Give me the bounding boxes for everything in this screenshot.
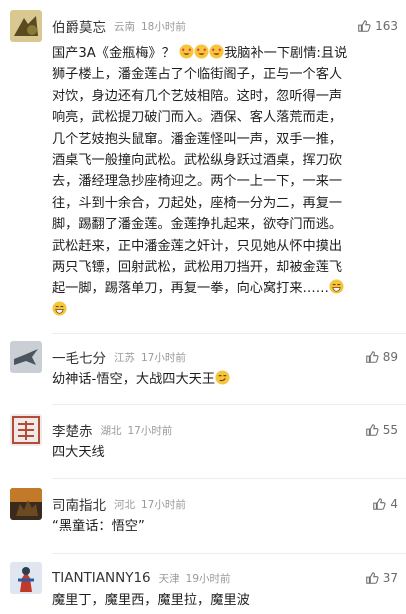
avatar[interactable] — [10, 414, 42, 446]
thumbs-up-icon — [365, 424, 379, 436]
comment-feed: 伯爵莫忘 云南 18小时前 163 国产3A《金瓶梅》？ 我脑补一下剧情:且说 … — [0, 0, 406, 614]
like-button[interactable]: 37 — [365, 571, 398, 585]
like-count: 55 — [382, 423, 398, 437]
comment-item: 司南指北 河北 17小时前 4 “黑童话：悟空” — [0, 488, 406, 548]
like-count: 163 — [375, 19, 398, 33]
like-button[interactable]: 89 — [365, 350, 398, 364]
heart-eyes-emoji — [179, 44, 194, 59]
like-button[interactable]: 4 — [372, 497, 398, 511]
comment-item: 李楚赤 湖北 17小时前 55 四大天线 — [0, 414, 406, 474]
comment-text: “黑童话：悟空” — [52, 519, 145, 534]
comment-text: 魔里丁，魔里西，魔里拉，魔里波 — [52, 593, 250, 608]
like-count: 4 — [390, 497, 398, 511]
avatar[interactable] — [10, 562, 42, 594]
user-location: 河北 — [114, 498, 135, 511]
user-location: 江苏 — [114, 351, 135, 364]
comment-divider — [52, 404, 406, 405]
comment-text: 狮子楼上，潘金莲占了个临街阁子，正与一个客人 — [52, 67, 343, 83]
grinning-sweat-emoji — [329, 279, 344, 294]
comment-text: 两只飞镖，回射武松，武松用刀挡开，却被金莲飞 — [52, 260, 343, 276]
thumbs-up-icon — [358, 20, 371, 32]
smirk-emoji — [215, 370, 230, 385]
comment-text: 往，斗到十余合，刀起处，座椅一分为二，再复一 — [52, 195, 343, 211]
comment-time: 17小时前 — [127, 424, 173, 437]
heart-eyes-emoji — [209, 44, 224, 59]
avatar[interactable] — [10, 488, 42, 520]
comment-time: 18小时前 — [141, 20, 186, 33]
comment-item: 伯爵莫忘 云南 18小时前 163 国产3A《金瓶梅》？ 我脑补一下剧情:且说 … — [0, 10, 406, 350]
comment-text: 四大天线 — [52, 445, 105, 460]
comment-time: 17小时前 — [141, 498, 186, 511]
heart-eyes-emoji — [194, 44, 209, 59]
comment-divider — [52, 553, 406, 554]
comment-text: 去，潘经理急抄座椅迎之。两个一上一下，一来一 — [52, 174, 343, 190]
comment-divider — [52, 478, 406, 479]
user-location: 天津 — [158, 572, 180, 585]
comment-text: 脚，踢翻了潘金莲。金莲挣扎起来，欲夺门而逃。 — [52, 217, 343, 233]
like-count: 89 — [382, 350, 398, 364]
grinning-sweat-emoji — [52, 301, 67, 316]
thumbs-up-icon — [365, 351, 379, 363]
username[interactable]: 司南指北 — [52, 494, 106, 514]
username[interactable]: 伯爵莫忘 — [52, 16, 106, 36]
comment-item: 一毛七分 江苏 17小时前 89 幼神话-悟空，大战四大天王 — [0, 341, 406, 401]
like-count: 37 — [382, 571, 398, 585]
comment-text: 酒桌飞一般撞向武松。武松纵身跃过酒桌，挥刀砍 — [52, 153, 343, 169]
like-button[interactable]: 163 — [357, 19, 398, 33]
username[interactable]: 一毛七分 — [52, 347, 106, 367]
username[interactable]: TIANTIANNY16 — [52, 570, 151, 586]
comment-divider — [52, 333, 406, 334]
comment-time: 17小时前 — [141, 351, 186, 364]
thumbs-up-icon — [365, 572, 379, 584]
avatar[interactable] — [10, 341, 42, 373]
comment-text: 幼神话-悟空，大战四大天王 — [52, 372, 216, 387]
comment-time: 19小时前 — [185, 572, 231, 585]
comment-text: 对饮，身边还有几个艺妓相陪。这时，忽听得一声 — [52, 88, 343, 104]
thumbs-up-icon — [373, 498, 386, 510]
comment-text: 我脑补一下剧情:且说 — [224, 46, 348, 61]
username[interactable]: 李楚赤 — [52, 420, 93, 440]
avatar[interactable] — [10, 10, 42, 42]
user-location: 湖北 — [100, 424, 122, 437]
comment-text: 国产3A《金瓶梅》？ — [52, 46, 175, 61]
comment-item: TIANTIANNY16 天津 19小时前 37 魔里丁，魔里西，魔里拉，魔里波 — [0, 562, 406, 614]
comment-text: 起一脚，踢落单刀，再复一拳，向心窝打来…… — [52, 281, 329, 297]
comment-text: 武松赶来，正中潘金莲之奸计，只见她从怀中摸出 — [52, 238, 343, 254]
user-location: 云南 — [114, 20, 135, 33]
comment-text: 响亮，武松提刀破门而入。酒保、客人落荒而走， — [52, 110, 343, 126]
like-button[interactable]: 55 — [365, 423, 398, 437]
comment-text: 几个艺妓抱头鼠窜。潘金莲怪叫一声，双手一推， — [52, 131, 343, 147]
